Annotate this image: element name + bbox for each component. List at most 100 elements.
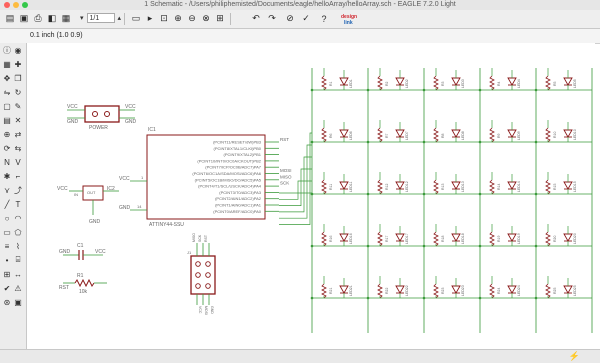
bus-icon[interactable]: ≡ <box>2 241 12 251</box>
attribute-icon[interactable]: ⊞ <box>2 269 12 279</box>
name-icon[interactable]: N <box>2 157 12 167</box>
page-input[interactable]: 1/1 <box>86 13 115 23</box>
matrix-junction <box>422 88 426 92</box>
replace-icon[interactable]: ⟳ <box>2 143 12 153</box>
zoom-redraw-icon[interactable]: ⊗ <box>200 12 212 25</box>
polygon-icon[interactable]: ⬠ <box>13 227 23 237</box>
print-icon[interactable]: ⎙ <box>32 12 44 25</box>
ulp-icon[interactable]: ▣ <box>13 297 23 307</box>
grid-status-icon[interactable]: ⚡ <box>569 351 580 362</box>
move-icon[interactable]: ✥ <box>2 73 12 83</box>
mcu-net-label: RST <box>280 137 289 142</box>
go-icon[interactable]: ✓ <box>300 12 312 25</box>
save-icon[interactable]: ▣ <box>18 12 30 25</box>
status-text <box>30 351 330 362</box>
regulator-pin-vcc: VCC <box>57 186 68 192</box>
optimize-icon[interactable]: ⊛ <box>2 297 12 307</box>
svg-text:link: link <box>344 20 353 26</box>
matrix-resistor-label: R6 <box>329 133 333 138</box>
matrix-led <box>563 181 573 190</box>
erc-icon[interactable]: ✔ <box>2 283 12 293</box>
isp-header-j1[interactable]: J1 MISO SCK RST VCC MOSI GND <box>187 233 216 315</box>
isp-pin-gnd: GND <box>210 306 214 314</box>
show-icon[interactable]: ◉ <box>13 45 23 55</box>
mark-icon[interactable]: ✚ <box>13 59 23 69</box>
matrix-junction <box>534 140 538 144</box>
mcu-ic1[interactable]: IC1 ATTINY44-SSU VCC GND 1 14 (PCINT11/R… <box>119 127 312 228</box>
power-header[interactable]: VCC GND VCC GND POWER <box>67 104 137 131</box>
matrix-led-label: LED21 <box>349 285 353 296</box>
regulator-pin-gnd: GND <box>89 219 101 225</box>
script-icon[interactable]: ▭ <box>130 12 142 25</box>
led-matrix[interactable]: R1 LED1 R2 LED2 R3 LED3 R4 LED4 R5 LED5 R6 LED6 R7 LE… <box>310 68 593 351</box>
rotate-icon[interactable]: ↻ <box>13 87 23 97</box>
cam-icon[interactable]: ◧ <box>46 12 58 25</box>
copy-icon[interactable]: ❐ <box>13 73 23 83</box>
mcu-pin-label: (PCINT6/OC1A/SDA/MOSI/ADC6)PA6 <box>192 171 261 176</box>
design-link-icon[interactable]: design link <box>340 12 362 26</box>
mcu-net-label: SCK <box>280 181 289 186</box>
stop-icon[interactable]: ⊘ <box>284 12 296 25</box>
split-icon[interactable]: ⋎ <box>2 185 12 195</box>
value-icon[interactable]: V <box>13 157 23 167</box>
resistor-name: R1 <box>77 273 84 279</box>
matrix-resistor <box>545 179 551 195</box>
matrix-led <box>507 233 517 242</box>
display-icon[interactable]: ▦ <box>2 59 12 69</box>
resistor-r1[interactable]: R1 RST 10k <box>59 273 107 295</box>
matrix-led <box>563 285 573 294</box>
arc-icon[interactable]: ◠ <box>13 213 23 223</box>
zoom-fit-icon[interactable]: ⊡ <box>158 12 170 25</box>
dimension-icon[interactable]: ↔ <box>13 269 23 279</box>
zoom-out-icon[interactable]: ⊖ <box>186 12 198 25</box>
regulator-ic2[interactable]: VCC IN OUT GND IC2 <box>57 185 119 225</box>
regulator-name: IC2 <box>107 186 115 192</box>
page-up-icon[interactable]: ▴ <box>118 14 122 22</box>
group-icon[interactable]: ▢ <box>2 101 12 111</box>
undo-icon[interactable]: ↶ <box>250 12 262 25</box>
help-icon[interactable]: ? <box>318 12 330 25</box>
gateswap-icon[interactable]: ⇆ <box>13 143 23 153</box>
mirror-icon[interactable]: ⇋ <box>2 87 12 97</box>
invoke-icon[interactable]: ⤴ <box>13 185 23 195</box>
matrix-junction <box>534 88 538 92</box>
errors-icon[interactable]: ⚠ <box>13 283 23 293</box>
matrix-led <box>339 233 349 242</box>
text-icon[interactable]: T <box>13 199 23 209</box>
change-icon[interactable]: ✎ <box>13 101 23 111</box>
miter-icon[interactable]: ⌐ <box>13 171 23 181</box>
mcu-part: ATTINY44-SSU <box>149 222 184 228</box>
add-icon[interactable]: ⊕ <box>2 129 12 139</box>
matrix-led <box>563 233 573 242</box>
mcu-pin-label: (PCINT3/T0/ADC3)PA3 <box>219 190 261 195</box>
paste-icon[interactable]: ▤ <box>2 115 12 125</box>
smash-icon[interactable]: ✱ <box>2 171 12 181</box>
zoom-in-icon[interactable]: ⊕ <box>172 12 184 25</box>
matrix-resistor <box>321 179 327 195</box>
isp-pin-miso: MISO <box>192 233 196 242</box>
toolbar-divider <box>230 13 231 25</box>
net-icon[interactable]: ⌇ <box>13 241 23 251</box>
capacitor-c1[interactable]: C1 GND VCC <box>59 243 106 260</box>
matrix-junction <box>310 192 314 196</box>
circle-icon[interactable]: ○ <box>2 213 12 223</box>
matrix-junction <box>422 296 426 300</box>
matrix-resistor <box>377 179 383 195</box>
run-icon[interactable]: ▸ <box>144 12 156 25</box>
info-icon[interactable]: ⓘ <box>2 45 12 55</box>
wire-icon[interactable]: ╱ <box>2 199 12 209</box>
delete-icon[interactable]: ✕ <box>13 115 23 125</box>
board-icon[interactable]: ▦ <box>60 12 72 25</box>
redo-icon[interactable]: ↷ <box>266 12 278 25</box>
zoom-select-icon[interactable]: ⊞ <box>214 12 226 25</box>
open-icon[interactable]: ▤ <box>4 12 16 25</box>
matrix-led-label: LED19 <box>517 233 521 244</box>
matrix-junction <box>478 88 482 92</box>
rect-icon[interactable]: ▭ <box>2 227 12 237</box>
label-icon[interactable]: ⌸ <box>13 255 23 265</box>
page-down-icon[interactable]: ▾ <box>80 14 84 22</box>
matrix-resistor <box>321 231 327 247</box>
junction-icon[interactable]: • <box>2 255 12 265</box>
pinswap-icon[interactable]: ⇄ <box>13 129 23 139</box>
schematic-canvas[interactable]: VCC GND VCC GND POWER IC1 ATTINY44-SSU V… <box>27 43 595 351</box>
